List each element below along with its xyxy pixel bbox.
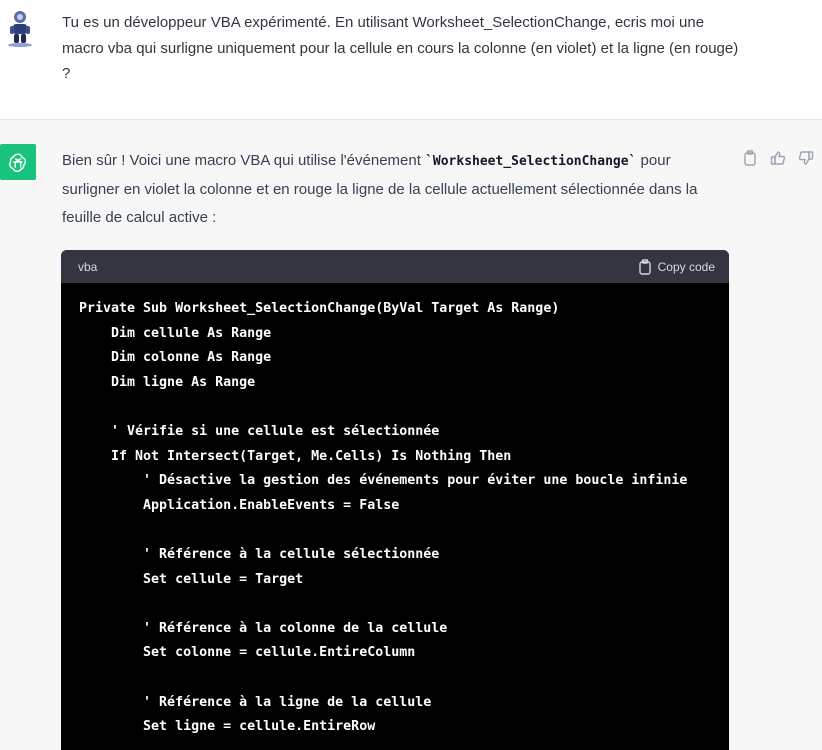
assistant-intro-before: Bien sûr ! Voici une macro VBA qui utili…: [62, 152, 426, 169]
assistant-intro-text: Bien sûr ! Voici une macro VBA qui utili…: [62, 147, 732, 232]
code-line: ' Désactive la gestion des événements po…: [79, 473, 688, 489]
code-line: Application.EnableEvents = False: [79, 497, 400, 513]
code-line: Dim colonne As Range: [79, 350, 272, 366]
code-line: Dim ligne As Range: [79, 374, 256, 390]
code-line: Dim cellule As Range: [79, 325, 272, 341]
user-avatar: [2, 8, 38, 48]
code-line: ' Référence à la ligne de la cellule: [79, 694, 432, 710]
chatgpt-logo-icon: [0, 144, 36, 180]
user-message-text: Tu es un développeur VBA expérimenté. En…: [62, 14, 739, 82]
code-line: If Not Intersect(Target, Me.Cells) Is No…: [79, 448, 512, 464]
message-actions: [740, 148, 816, 168]
assistant-message: Bien sûr ! Voici une macro VBA qui utili…: [0, 120, 822, 750]
code-header: vba Copy code: [61, 250, 729, 283]
copy-icon[interactable]: [740, 148, 760, 168]
code-block: vba Copy code Private Sub Worksheet_Sele…: [61, 250, 729, 750]
code-line: ' Référence à la colonne de la cellule: [79, 620, 448, 636]
thumbs-down-icon[interactable]: [796, 148, 816, 168]
code-line: ' Référence à la cellule sélectionnée: [79, 546, 440, 562]
thumbs-up-icon[interactable]: [768, 148, 788, 168]
chat-page: Tu es un développeur VBA expérimenté. En…: [0, 0, 822, 750]
code-line: Private Sub Worksheet_SelectionChange(By…: [79, 301, 560, 316]
clipboard-icon: [638, 258, 651, 275]
code-line: Set ligne = cellule.EntireRow: [79, 719, 376, 735]
code-line: ' Vérifie si une cellule est sélectionné…: [79, 423, 440, 439]
code-line: Set colonne = cellule.EntireColumn: [79, 645, 416, 661]
code-line: Set cellule = Target: [79, 571, 304, 587]
copy-code-button[interactable]: Copy code: [638, 258, 715, 275]
code-body: Private Sub Worksheet_SelectionChange(By…: [61, 283, 729, 740]
copy-code-label: Copy code: [657, 259, 715, 274]
user-message: Tu es un développeur VBA expérimenté. En…: [0, 0, 822, 120]
code-language-label: vba: [78, 259, 98, 274]
inline-code: `Worksheet_SelectionChange`: [425, 154, 637, 169]
